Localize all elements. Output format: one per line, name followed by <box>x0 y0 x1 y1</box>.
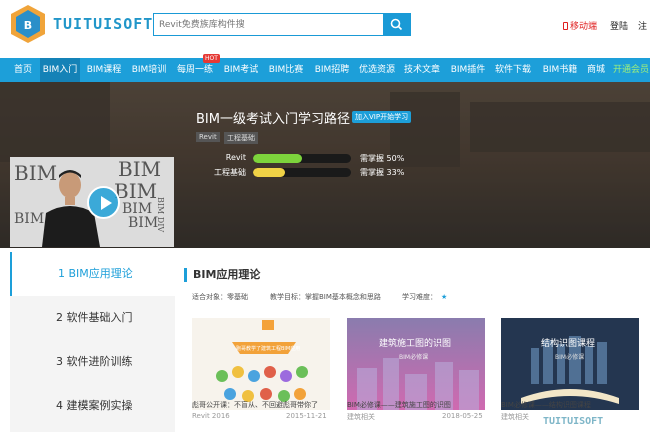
watermark: TUITUISOFT <box>543 416 604 427</box>
nav-resources[interactable]: 优选资源 <box>358 58 396 82</box>
meta-audience: 适合对象：零基础 <box>192 292 248 302</box>
search-icon <box>390 18 403 31</box>
progress-bar-revit <box>253 154 351 163</box>
nav-plugins[interactable]: BIM插件 <box>448 58 488 82</box>
nav-downloads[interactable]: 软件下载 <box>494 58 532 82</box>
play-button[interactable] <box>87 186 120 219</box>
meta-value: 零基础 <box>227 293 248 301</box>
card-category: Revit 2016 <box>192 412 230 420</box>
card-thumbnail <box>501 318 639 410</box>
progress-label-revit: Revit <box>225 153 246 162</box>
meta-goal: 教学目标：掌握BIM基本概念和思路 <box>270 292 381 302</box>
course-sidebar: 1 BIM应用理论 2 软件基础入门 3 软件进阶训练 4 建模案例实操 <box>10 252 175 432</box>
tag-engineering: 工程基础 <box>224 132 258 144</box>
card-thumb-subtitle: BIM必修课 <box>399 354 429 361</box>
search-button[interactable] <box>383 14 410 35</box>
course-card[interactable]: 建筑施工图的识图 BIM必修课 <box>347 318 485 410</box>
difficulty-star-icon: ★ <box>441 293 448 301</box>
nav-bim-intro[interactable]: BIM入门 <box>40 58 80 82</box>
register-link[interactable]: 注 <box>638 19 647 32</box>
card-title[interactable]: BIM必修课——建筑施工图的识图 <box>347 400 451 410</box>
card-category: 建筑相关 <box>347 413 375 421</box>
sidebar-item-advanced-training[interactable]: 3 软件进阶训练 <box>10 340 175 384</box>
brand-logo[interactable]: B <box>9 4 47 44</box>
course-card[interactable]: 跑哥教学了建筑工程BIM应用 <box>192 318 330 410</box>
video-player[interactable]: BIM BIM BIM BIM BIM BIM BIM DIV <box>10 157 174 247</box>
search-input[interactable] <box>154 14 384 35</box>
card-thumbnail <box>347 318 485 410</box>
card-thumb-title: 结构识图课程 <box>541 339 596 349</box>
progress-need-revit: 需掌握 50% <box>360 154 405 163</box>
mobile-label: 移动端 <box>570 22 598 32</box>
card-title[interactable]: BIM必修课——结构识图课程 <box>501 400 591 410</box>
nav-home[interactable]: 首页 <box>8 58 38 82</box>
course-title: BIM一级考试入门学习路径 <box>196 112 350 127</box>
main-nav: 首页 BIM入门 BIM课程 BIM培训 每周一练 BIM考试 BIM比赛 BI… <box>0 58 650 82</box>
nav-articles[interactable]: 技术文章 <box>403 58 441 82</box>
sidebar-item-modeling-cases[interactable]: 4 建模案例实操 <box>10 384 175 428</box>
progress-fill-revit <box>253 154 302 163</box>
course-card[interactable]: 结构识图课程 BIM必修课 <box>501 318 639 410</box>
sidebar-item-software-basics[interactable]: 2 软件基础入门 <box>10 296 175 340</box>
card-date: 2015-11-21 <box>286 412 327 420</box>
progress-label-engineering: 工程基础 <box>214 168 246 177</box>
card-date: 2018-05-25 <box>442 412 483 420</box>
video-side-word: BIM DIV <box>156 197 165 233</box>
meta-difficulty: 学习难度： ★ <box>402 292 447 302</box>
svg-text:B: B <box>24 19 32 32</box>
progress-bar-engineering <box>253 168 351 177</box>
card-thumbnail <box>192 318 330 410</box>
nav-vip[interactable]: 开通会员 <box>613 58 650 82</box>
join-vip-button[interactable]: 加入VIP开始学习 <box>352 111 412 123</box>
meta-label: 教学目标： <box>270 293 305 301</box>
site-header: B TUITUISOFT 移动端 登陆 注 <box>0 0 650 52</box>
phone-icon <box>563 22 568 30</box>
card-thumb-title: 建筑施工图的识图 <box>379 339 452 349</box>
nav-bim-training[interactable]: BIM培训 <box>129 58 169 82</box>
hot-badge: HOT <box>203 54 220 63</box>
tag-revit: Revit <box>196 132 220 142</box>
video-word: BIM <box>128 215 159 231</box>
nav-books[interactable]: BIM书籍 <box>540 58 580 82</box>
meta-label: 学习难度： <box>402 293 437 301</box>
brand-name[interactable]: TUITUISOFT <box>53 15 153 33</box>
nav-bim-courses[interactable]: BIM课程 <box>84 58 124 82</box>
login-link[interactable]: 登陆 <box>610 19 628 32</box>
progress-need-engineering: 需掌握 33% <box>360 168 405 177</box>
video-word: BIM <box>114 179 158 203</box>
nav-bim-exam[interactable]: BIM考试 <box>221 58 261 82</box>
search-box <box>153 13 411 36</box>
nav-bim-jobs[interactable]: BIM招聘 <box>312 58 352 82</box>
card-thumb-title: 跑哥教学了建筑工程BIM应用 <box>236 346 301 352</box>
card-category: 建筑相关 <box>501 413 529 421</box>
video-word: BIM <box>118 157 162 181</box>
section-title: BIM应用理论 <box>184 268 260 282</box>
mobile-link[interactable]: 移动端 <box>563 19 597 32</box>
sidebar-item-bim-theory[interactable]: 1 BIM应用理论 <box>10 252 175 296</box>
nav-bim-contest[interactable]: BIM比赛 <box>266 58 306 82</box>
meta-value: 掌握BIM基本概念和思路 <box>305 293 381 301</box>
progress-fill-engineering <box>253 168 286 177</box>
nav-shop[interactable]: 商城 <box>584 58 608 82</box>
card-thumb-subtitle: BIM必修课 <box>555 354 585 361</box>
card-title[interactable]: 彪哥公开课：不盲从、不回避彪哥带你了 <box>192 400 318 410</box>
meta-label: 适合对象： <box>192 293 227 301</box>
